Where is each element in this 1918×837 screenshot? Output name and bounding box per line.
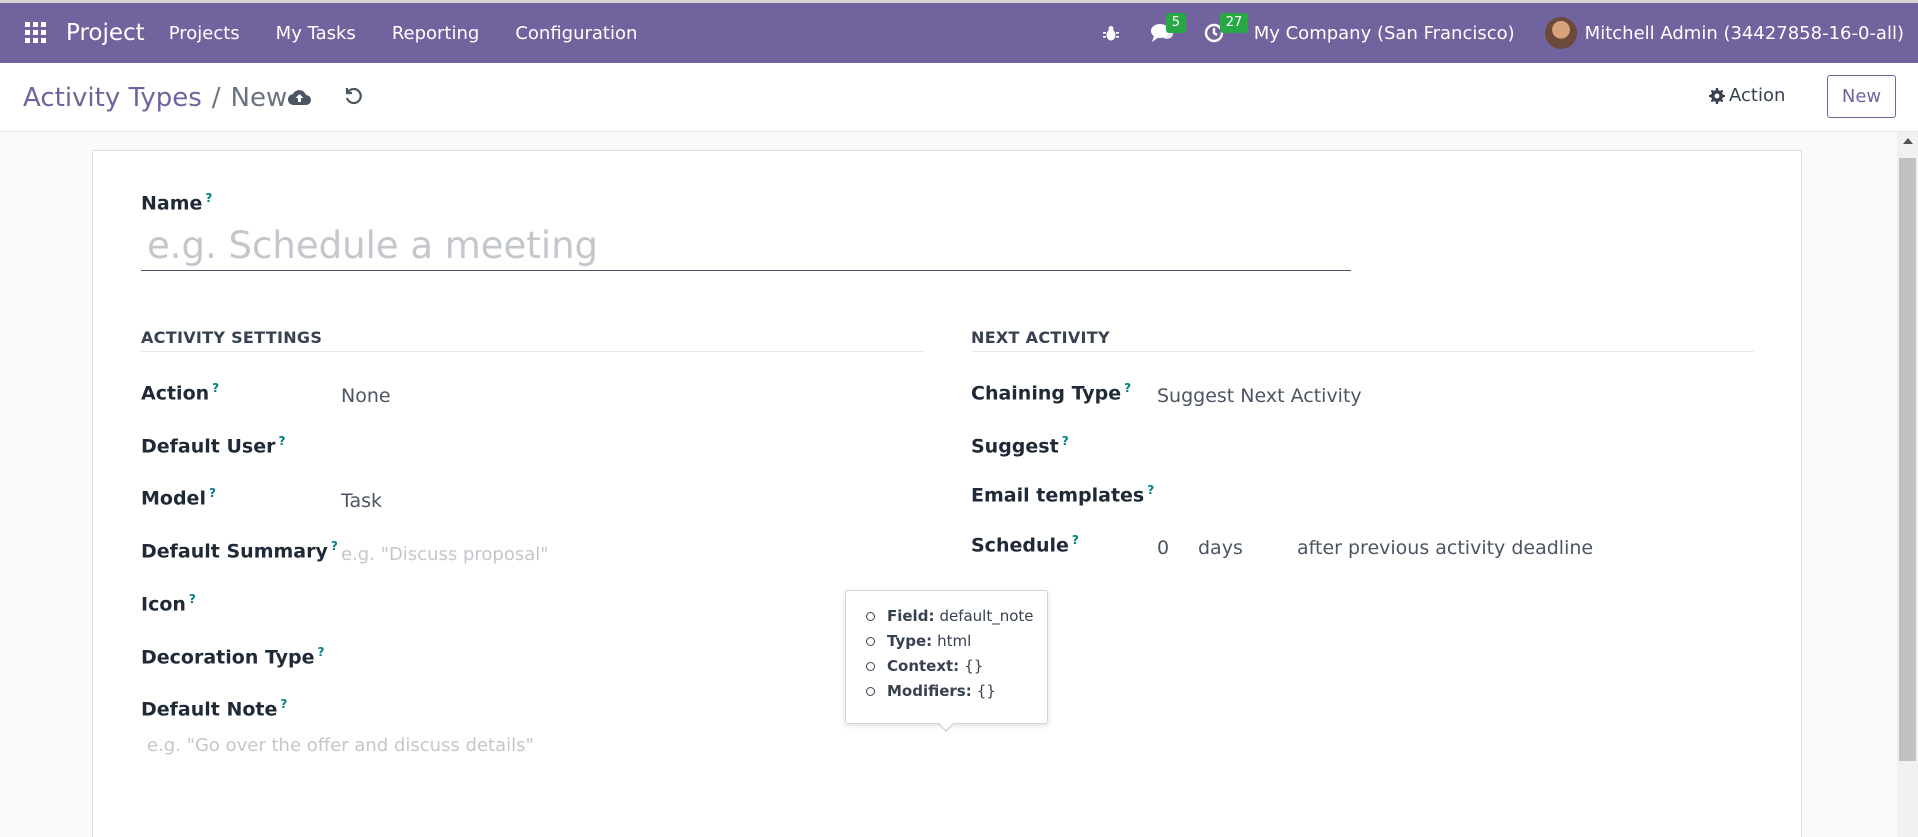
icon-input[interactable]: [341, 592, 901, 618]
model-label: Model?: [141, 486, 216, 510]
chaining-type-label: Chaining Type?: [971, 381, 1132, 405]
suggest-label: Suggest?: [971, 434, 1069, 458]
decoration-type-label: Decoration Type?: [141, 645, 325, 669]
menu-my-tasks[interactable]: My Tasks: [276, 23, 356, 44]
tooltip-field-row: Field: default_note: [866, 607, 1047, 625]
messages-icon[interactable]: 5: [1150, 13, 1186, 43]
default-summary-input[interactable]: e.g. "Discuss proposal": [341, 544, 549, 565]
top-navbar: Project Projects My Tasks Reporting Conf…: [0, 0, 1918, 63]
suggest-input[interactable]: [1157, 434, 1747, 460]
action-help-icon[interactable]: ?: [212, 381, 219, 395]
next-activity-divider: [971, 351, 1754, 352]
default-user-label: Default User?: [141, 434, 286, 458]
apps-menu-icon[interactable]: [12, 3, 60, 63]
email-templates-help-icon[interactable]: ?: [1147, 483, 1154, 497]
debug-icon[interactable]: [1102, 24, 1120, 42]
breadcrumb-current: New: [230, 83, 288, 113]
activities-clock-icon[interactable]: 27: [1204, 13, 1249, 43]
default-note-help-icon[interactable]: ?: [280, 697, 287, 711]
discard-undo-icon[interactable]: [342, 85, 366, 109]
email-templates-label: Email templates?: [971, 483, 1155, 507]
name-help-icon[interactable]: ?: [205, 191, 212, 205]
default-user-help-icon[interactable]: ?: [278, 434, 285, 448]
breadcrumb-separator: /: [211, 83, 221, 113]
breadcrumb-activity-types[interactable]: Activity Types: [23, 83, 202, 113]
user-menu[interactable]: Mitchell Admin (34427858-16-0-all): [1585, 23, 1904, 44]
messages-count-badge: 5: [1165, 13, 1186, 33]
menu-projects[interactable]: Projects: [169, 23, 240, 44]
action-select[interactable]: None: [341, 385, 391, 407]
company-switcher[interactable]: My Company (San Francisco): [1254, 23, 1515, 44]
default-user-input[interactable]: [341, 434, 901, 460]
scroll-up-arrow-icon[interactable]: [1903, 138, 1913, 144]
model-help-icon[interactable]: ?: [209, 486, 216, 500]
schedule-unit-select[interactable]: days: [1198, 537, 1243, 559]
suggest-help-icon[interactable]: ?: [1062, 434, 1069, 448]
default-note-editor[interactable]: e.g. "Go over the offer and discuss deta…: [147, 735, 534, 756]
icon-label: Icon?: [141, 592, 196, 616]
name-input[interactable]: [141, 221, 1351, 271]
activity-settings-title: ACTIVITY SETTINGS: [141, 328, 323, 347]
menu-reporting[interactable]: Reporting: [392, 23, 480, 44]
action-label: Action?: [141, 381, 220, 405]
schedule-help-icon[interactable]: ?: [1072, 533, 1079, 547]
action-label: Action: [1729, 85, 1786, 106]
form-sheet: Name? ACTIVITY SETTINGS Action? None Def…: [92, 150, 1802, 837]
vertical-scrollbar[interactable]: [1897, 132, 1918, 837]
chaining-type-select[interactable]: Suggest Next Activity: [1157, 385, 1362, 407]
default-summary-help-icon[interactable]: ?: [331, 539, 338, 553]
activity-settings-divider: [141, 351, 924, 352]
icon-help-icon[interactable]: ?: [189, 592, 196, 606]
menu-configuration[interactable]: Configuration: [515, 23, 637, 44]
gear-icon: [1709, 87, 1725, 104]
model-select[interactable]: Task: [341, 490, 382, 512]
action-menu-button[interactable]: Action: [1709, 85, 1785, 106]
tooltip-modifiers-row: Modifiers:{}: [866, 682, 1047, 700]
scrollbar-thumb[interactable]: [1899, 158, 1916, 761]
next-activity-title: NEXT ACTIVITY: [971, 328, 1110, 347]
chaining-type-help-icon[interactable]: ?: [1124, 381, 1131, 395]
user-avatar[interactable]: [1544, 17, 1577, 49]
activities-count-badge: 27: [1219, 13, 1249, 33]
new-button[interactable]: New: [1827, 75, 1896, 118]
schedule-from-select[interactable]: after previous activity deadline: [1297, 537, 1593, 559]
default-note-label: Default Note?: [141, 697, 288, 721]
schedule-label: Schedule?: [971, 533, 1079, 557]
tooltip-context-row: Context:{}: [866, 657, 1047, 675]
save-cloud-icon[interactable]: [287, 85, 311, 109]
email-templates-input[interactable]: [1157, 483, 1747, 509]
field-tooltip: Field: default_note Type: html Context:{} …: [845, 590, 1048, 724]
breadcrumb: Activity Types / New: [23, 83, 287, 113]
default-summary-label: Default Summary?: [141, 539, 338, 563]
name-label: Name?: [141, 191, 213, 215]
schedule-delay-input[interactable]: 0: [1157, 537, 1169, 559]
tooltip-arrow: [937, 722, 955, 732]
decoration-type-help-icon[interactable]: ?: [318, 645, 325, 659]
control-panel: Activity Types / New Action New: [0, 63, 1918, 132]
app-brand[interactable]: Project: [66, 20, 145, 46]
tooltip-type-row: Type: html: [866, 632, 1047, 650]
decoration-type-select[interactable]: [341, 645, 901, 671]
